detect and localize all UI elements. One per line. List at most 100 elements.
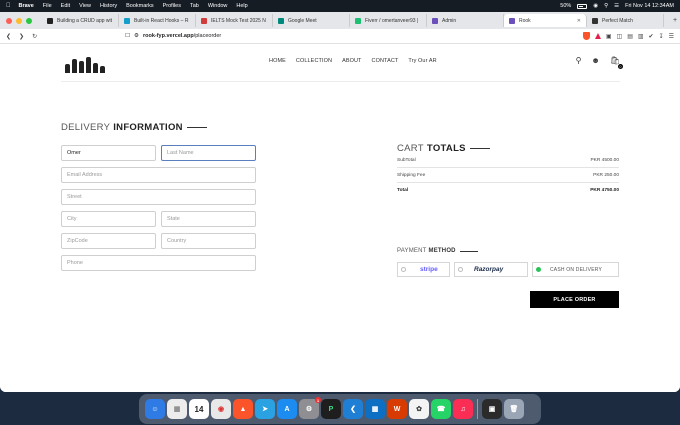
whatsapp-icon[interactable]: ☎ <box>431 399 451 419</box>
battery-icon[interactable] <box>577 3 588 9</box>
brave-icon[interactable]: ▲ <box>233 399 253 419</box>
tab-rook[interactable]: Rook ✕ <box>504 14 587 27</box>
app-store-icon[interactable]: A <box>277 399 297 419</box>
total-row: Total PKR 4750.00 <box>397 183 619 197</box>
forward-icon[interactable]: ❯ <box>19 33 24 40</box>
download-icon[interactable]: ↧ <box>659 33 664 40</box>
tab-fiverr[interactable]: Fiverr / omertanveer93 | <box>350 14 427 27</box>
close-tab-icon[interactable]: ✕ <box>577 18 581 24</box>
clock[interactable]: Fri Nov 14 12:34AM <box>625 3 674 9</box>
delivery-title-light: DELIVERY <box>61 122 111 133</box>
chrome-icon[interactable]: ◉ <box>211 399 231 419</box>
search-icon[interactable]: ⚲ <box>576 56 582 65</box>
payment-option-cod[interactable]: CASH ON DELIVERY <box>532 262 619 277</box>
cart-icon[interactable]: 🛍 0 <box>610 56 623 69</box>
zipcode-input[interactable]: ZipCode <box>61 233 156 249</box>
brave-rewards-icon[interactable] <box>594 33 601 39</box>
reload-icon[interactable]: ↻ <box>32 33 37 40</box>
apple-icon[interactable]:  <box>6 3 11 9</box>
tab-ielts[interactable]: IELTS Mock Test 2025 N <box>196 14 273 27</box>
vpn-icon[interactable]: ▥ <box>638 33 644 40</box>
payment-method-title: PAYMENT METHOD <box>397 248 478 254</box>
menu-file[interactable]: File <box>43 3 52 9</box>
tab-crud-app[interactable]: Building a CRUD app wit <box>42 14 119 27</box>
site-logo[interactable] <box>61 53 109 73</box>
office-icon[interactable]: W <box>387 399 407 419</box>
calculator-icon[interactable]: ▦ <box>365 399 385 419</box>
nav-try-ar[interactable]: Try Our AR <box>408 58 436 64</box>
menu-app-name[interactable]: Brave <box>19 3 34 9</box>
logo-piece <box>93 62 98 73</box>
menu-view[interactable]: View <box>79 3 91 9</box>
pycharm-icon[interactable]: P <box>321 399 341 419</box>
place-order-button[interactable]: PLACE ORDER <box>530 291 619 308</box>
music-icon[interactable]: ♫ <box>453 399 473 419</box>
calendar-icon[interactable]: 14 <box>189 399 209 419</box>
phone-input[interactable]: Phone <box>61 255 256 271</box>
street-input[interactable]: Street <box>61 189 256 205</box>
profile-icon[interactable]: ☻ <box>591 56 599 65</box>
menu-profiles[interactable]: Profiles <box>163 3 181 9</box>
cod-label: CASH ON DELIVERY <box>550 266 603 273</box>
delivery-title: DELIVERY INFORMATION <box>61 122 207 133</box>
nav-contact[interactable]: CONTACT <box>372 58 399 64</box>
sidebar-icon[interactable]: ◫ <box>617 33 623 40</box>
tab-label: Building a CRUD app wit <box>57 17 113 24</box>
tab-favicon <box>509 17 515 24</box>
tab-admin[interactable]: Admin <box>427 14 504 27</box>
battery-percent: 50% <box>560 3 572 9</box>
site-navbar: HOME COLLECTION ABOUT CONTACT Try Our AR… <box>61 44 623 82</box>
stripe-radio[interactable] <box>401 267 406 272</box>
last-name-input[interactable]: Last Name <box>161 145 256 161</box>
control-center-icon[interactable]: ☰ <box>614 3 619 9</box>
back-icon[interactable]: ❮ <box>6 33 11 40</box>
nav-home[interactable]: HOME <box>269 58 286 64</box>
wallet-icon[interactable]: ▤ <box>627 33 633 40</box>
vscode-icon[interactable]: ❮ <box>343 399 363 419</box>
nav-about[interactable]: ABOUT <box>342 58 361 64</box>
trash-icon[interactable]: 🗑 <box>504 399 524 419</box>
system-settings-icon[interactable]: ⚙ 1 <box>299 397 321 419</box>
menu-icon[interactable]: ☰ <box>669 33 674 40</box>
payment-option-razorpay[interactable]: Razorpay <box>454 262 528 277</box>
cod-radio[interactable] <box>536 267 541 272</box>
city-input[interactable]: City <box>61 211 156 227</box>
email-input[interactable]: Email Address <box>61 167 256 183</box>
menu-history[interactable]: History <box>100 3 117 9</box>
tab-label: Admin <box>442 17 457 24</box>
tab-react-hooks[interactable]: Built-in React Hooks – R <box>119 14 196 27</box>
menu-bookmarks[interactable]: Bookmarks <box>126 3 154 9</box>
chatgpt-icon[interactable]: ✿ <box>409 399 429 419</box>
country-input[interactable]: Country <box>161 233 256 249</box>
menu-tab[interactable]: Tab <box>190 3 199 9</box>
tab-perfect-match[interactable]: Perfect Match <box>587 14 664 27</box>
tab-google-meet[interactable]: Google Meet <box>273 14 350 27</box>
telegram-icon[interactable]: ➤ <box>255 399 275 419</box>
recent-window-icon[interactable]: ▣ <box>482 399 502 419</box>
nav-icons: ⚲ ☻ 🛍 0 <box>576 56 623 69</box>
state-input[interactable]: State <box>161 211 256 227</box>
nav-collection[interactable]: COLLECTION <box>296 58 332 64</box>
wifi-icon[interactable]: ◉ <box>593 3 598 9</box>
minimize-window-button[interactable] <box>16 17 22 24</box>
launchpad-icon[interactable]: ▦ <box>167 399 187 419</box>
razorpay-radio[interactable] <box>458 267 463 272</box>
menu-edit[interactable]: Edit <box>61 3 70 9</box>
finder-icon[interactable]: ☺ <box>145 399 165 419</box>
first-name-input[interactable]: Omer <box>61 145 156 161</box>
address-bar[interactable]: ☐ ⚙ rook-fyp.vercel.app/placeorder <box>125 33 221 39</box>
new-tab-icon[interactable]: + <box>670 17 680 24</box>
nav-links: HOME COLLECTION ABOUT CONTACT Try Our AR <box>269 58 437 64</box>
bookmark-icon[interactable]: ☐ <box>125 33 130 39</box>
menu-window[interactable]: Window <box>208 3 228 9</box>
close-window-button[interactable] <box>6 17 12 24</box>
search-icon[interactable]: ⚲ <box>604 3 608 9</box>
dock: ☺ ▦ 14 ◉ ▲ ➤ A ⚙ 1 P ❮ ▦ W ✿ ☎ ♫ ▣ 🗑 <box>139 394 541 424</box>
site-settings-icon[interactable]: ⚙ <box>134 33 139 39</box>
leo-icon[interactable]: ✔ <box>649 33 654 40</box>
zoom-window-button[interactable] <box>26 17 32 24</box>
brave-shields-icon[interactable] <box>582 32 590 40</box>
payment-option-stripe[interactable]: stripe <box>397 262 450 277</box>
menu-help[interactable]: Help <box>236 3 247 9</box>
extension-icon[interactable]: ▣ <box>606 33 612 40</box>
